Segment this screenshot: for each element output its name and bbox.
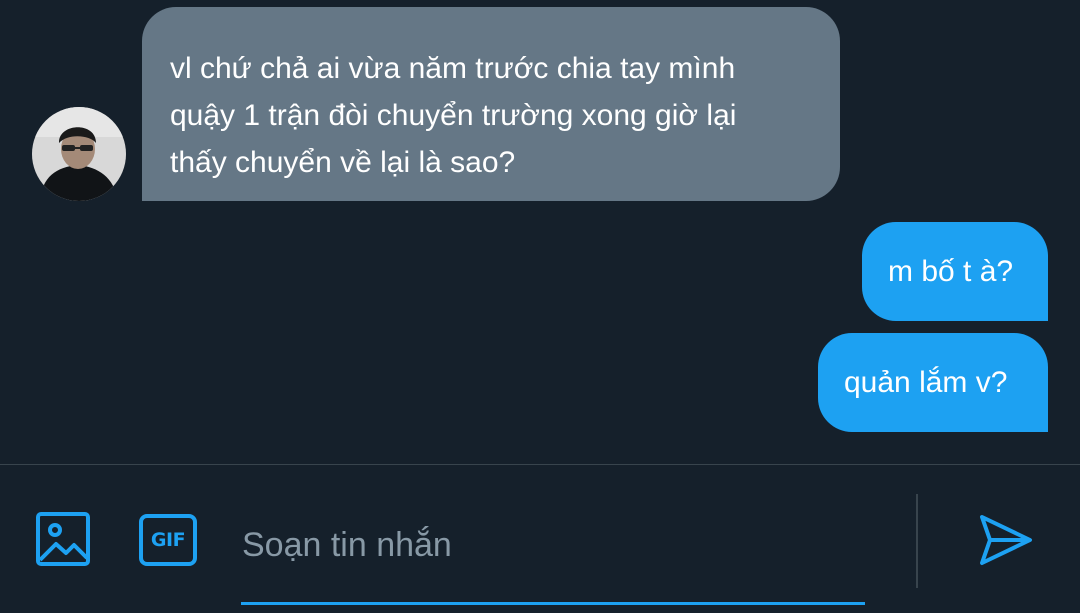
avatar-photo bbox=[32, 107, 126, 201]
message-line: vl chứ chả ai vừa năm trước chia tay mìn… bbox=[170, 52, 736, 85]
input-underline bbox=[241, 602, 865, 605]
avatar[interactable] bbox=[32, 107, 126, 201]
message-line: quậy 1 trận đòi chuyển trường xong giờ l… bbox=[170, 99, 737, 132]
received-message-bubble[interactable]: vl chứ chả ai vừa năm trước chia tay mìn… bbox=[142, 7, 840, 201]
sent-message-bubble[interactable]: quản lắm v? bbox=[818, 333, 1048, 432]
gif-button[interactable]: GIF bbox=[139, 514, 197, 566]
send-divider bbox=[916, 494, 918, 588]
gif-label: GIF bbox=[150, 529, 186, 551]
image-icon[interactable] bbox=[36, 512, 90, 566]
message-text: quản lắm v? bbox=[844, 366, 1008, 399]
message-input[interactable] bbox=[242, 515, 864, 575]
message-text: m bố t à? bbox=[888, 255, 1014, 288]
sent-message-bubble[interactable]: m bố t à? bbox=[862, 222, 1048, 321]
message-line: thấy chuyển về lại là sao? bbox=[170, 146, 516, 179]
send-icon[interactable] bbox=[978, 513, 1034, 567]
conversation-thread: vl chứ chả ai vừa năm trước chia tay mìn… bbox=[0, 0, 1080, 464]
